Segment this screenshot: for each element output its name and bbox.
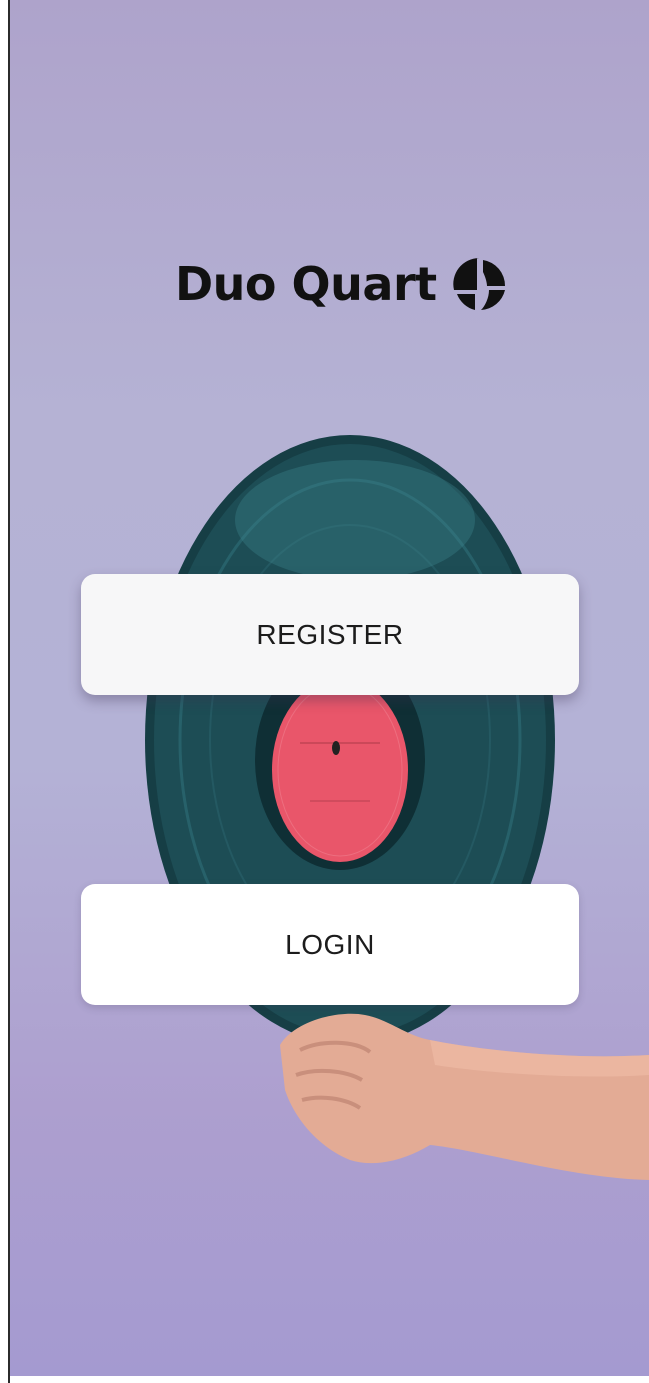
app-title: Duo Quart [175, 257, 437, 311]
brand-header: Duo Quart [175, 252, 511, 316]
bottom-edge [10, 1376, 649, 1383]
register-button-label: REGISTER [256, 618, 404, 650]
register-button[interactable]: REGISTER [81, 574, 579, 695]
welcome-screen: Duo Quart REGISTER LOGIN [10, 0, 649, 1383]
login-button[interactable]: LOGIN [81, 884, 579, 1005]
duo-quart-logo-icon [452, 258, 505, 310]
login-button-label: LOGIN [285, 928, 375, 960]
